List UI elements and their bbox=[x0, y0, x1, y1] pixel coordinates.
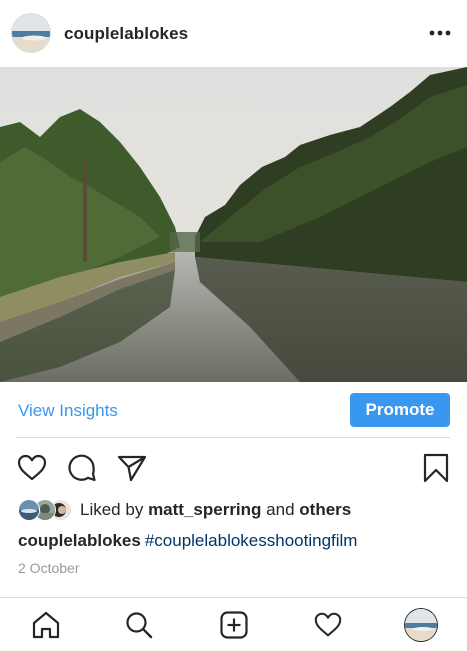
likes-connector: and bbox=[266, 500, 295, 519]
liker-avatars[interactable] bbox=[18, 499, 74, 521]
search-icon[interactable] bbox=[123, 609, 155, 641]
bottom-nav bbox=[0, 597, 467, 651]
post-username[interactable]: couplelablokes bbox=[64, 24, 188, 44]
post-photo[interactable] bbox=[0, 67, 467, 382]
insights-row: View Insights Promote bbox=[0, 382, 467, 437]
activity-heart-icon[interactable] bbox=[312, 609, 344, 641]
promote-button[interactable]: Promote bbox=[350, 393, 450, 427]
profile-tab[interactable] bbox=[405, 609, 437, 641]
first-liker-link[interactable]: matt_sperring bbox=[148, 500, 261, 519]
home-icon[interactable] bbox=[30, 609, 62, 641]
comment-icon[interactable] bbox=[66, 452, 98, 484]
bookmark-icon[interactable] bbox=[420, 452, 452, 484]
caption-username[interactable]: couplelablokes bbox=[18, 531, 141, 550]
post-actions bbox=[0, 448, 467, 486]
likes-text: Liked by matt_sperring and others bbox=[80, 500, 351, 520]
post-caption: couplelablokes #couplelablokesshootingfil… bbox=[18, 531, 357, 551]
post-date: 2 October bbox=[18, 560, 80, 576]
divider bbox=[16, 437, 450, 438]
paper-plane-icon[interactable] bbox=[116, 452, 148, 484]
others-link[interactable]: others bbox=[299, 500, 351, 519]
liker-avatar bbox=[18, 499, 40, 521]
post-header: couplelablokes bbox=[0, 0, 467, 67]
more-options-icon[interactable] bbox=[427, 22, 453, 44]
instagram-post-screen: couplelablokes View Insights Promote Lik… bbox=[0, 0, 467, 651]
view-insights-link[interactable]: View Insights bbox=[18, 401, 118, 421]
caption-hashtag[interactable]: #couplelablokesshootingfilm bbox=[145, 531, 358, 550]
profile-avatar-icon bbox=[405, 609, 437, 641]
add-post-icon[interactable] bbox=[218, 609, 250, 641]
heart-outline-icon[interactable] bbox=[16, 452, 48, 484]
likes-row: Liked by matt_sperring and others bbox=[18, 498, 351, 522]
profile-avatar[interactable] bbox=[12, 14, 50, 52]
likes-prefix: Liked by bbox=[80, 500, 144, 519]
